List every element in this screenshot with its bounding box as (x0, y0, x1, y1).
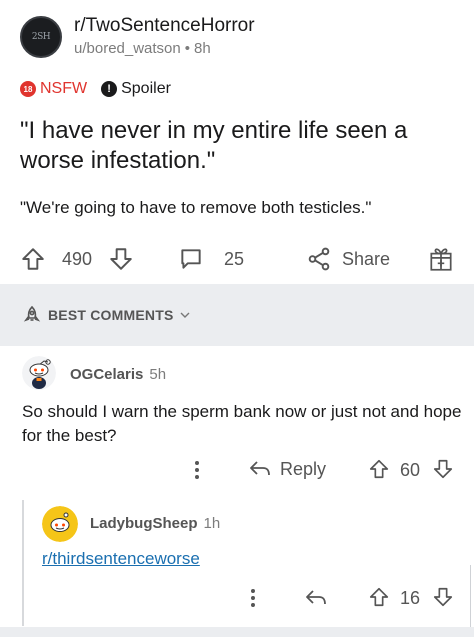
meta-dot: • (184, 40, 191, 57)
reply-arrow-icon[interactable] (304, 587, 328, 609)
post-score: 490 (62, 248, 93, 269)
snoo-avatar[interactable] (22, 356, 56, 390)
downvote-arrow-icon[interactable] (432, 586, 454, 608)
comment-username[interactable]: OGCelaris (70, 366, 143, 383)
post-header: 2SH r/TwoSentenceHorror u/bored_watson • 8… (20, 12, 255, 62)
post-title[interactable]: "I have never in my entire life seen a w… (20, 116, 450, 176)
reply-button[interactable]: Reply (248, 458, 326, 480)
reply-author[interactable]: LadybugSheep 1h (90, 515, 220, 532)
post-body: "We're going to have to remove both test… (20, 198, 372, 217)
rocket-icon (23, 305, 41, 322)
nsfw-label: NSFW (40, 80, 88, 97)
sort-label: BEST COMMENTS (48, 307, 174, 323)
more-options-icon[interactable] (194, 460, 200, 480)
reply-label: Reply (280, 458, 327, 479)
chevron-down-icon (180, 312, 189, 318)
comment-author[interactable]: OGCelaris 5h (70, 366, 166, 383)
reply-age: 1h (203, 515, 221, 532)
share-label: Share (342, 248, 391, 269)
post-author[interactable]: u/bored_watson (74, 40, 181, 57)
downvote-arrow-icon (110, 248, 132, 270)
post-tags: 18 NSFW ! Spoiler (20, 78, 171, 100)
comments-button[interactable] (178, 240, 204, 278)
spoiler-tag: ! Spoiler (101, 80, 171, 98)
comment-count: 25 (224, 248, 245, 269)
reply-arrow-icon (250, 461, 270, 476)
subreddit-avatar[interactable]: 2SH (20, 16, 62, 58)
gift-award-icon (430, 248, 452, 271)
subreddit-link[interactable]: r/thirdsentenceworse (42, 547, 200, 571)
spoiler-exclamation-icon: ! (101, 81, 118, 97)
comment-body: So should I warn the sperm bank now or j… (22, 402, 462, 445)
subreddit-avatar-text: 2SH (31, 32, 51, 42)
upvote-arrow-icon (22, 248, 44, 270)
share-button[interactable]: Share (306, 240, 390, 278)
snoo-icon (22, 356, 56, 390)
comment-sort-dropdown[interactable]: BEST COMMENTS (22, 305, 196, 325)
post-age: 8h (194, 40, 211, 57)
edge-divider (470, 565, 471, 627)
downvote-button[interactable] (108, 240, 134, 278)
reply-username[interactable]: LadybugSheep (90, 515, 198, 532)
reply-score: 16 (400, 588, 421, 608)
downvote-arrow-icon[interactable] (432, 458, 454, 480)
more-options-icon[interactable] (250, 588, 256, 608)
comment-age: 5h (149, 366, 167, 383)
subreddit-name[interactable]: r/TwoSentenceHorror (74, 14, 255, 38)
upvote-button[interactable] (20, 240, 46, 278)
comment-actions: Reply 60 (188, 455, 458, 485)
comment-bubble-icon (181, 249, 201, 269)
comment-score: 60 (400, 460, 421, 480)
upvote-arrow-icon[interactable] (368, 586, 390, 608)
upvote-arrow-icon[interactable] (368, 458, 390, 480)
post-header-text: r/TwoSentenceHorror u/bored_watson • 8h (74, 14, 255, 60)
snoo-icon (42, 506, 78, 542)
user-avatar[interactable] (42, 506, 78, 542)
award-button[interactable] (428, 240, 454, 278)
spoiler-label: Spoiler (121, 80, 171, 97)
post-action-bar: 490 25 Share (0, 240, 474, 278)
post-meta: u/bored_watson • 8h (74, 38, 255, 60)
share-icon (308, 247, 330, 271)
nsfw-18-icon: 18 (20, 81, 36, 97)
reply-actions: 16 (244, 583, 458, 613)
thread-line[interactable] (22, 500, 24, 626)
bottom-band (0, 627, 474, 637)
nsfw-tag: 18 NSFW (20, 80, 87, 98)
